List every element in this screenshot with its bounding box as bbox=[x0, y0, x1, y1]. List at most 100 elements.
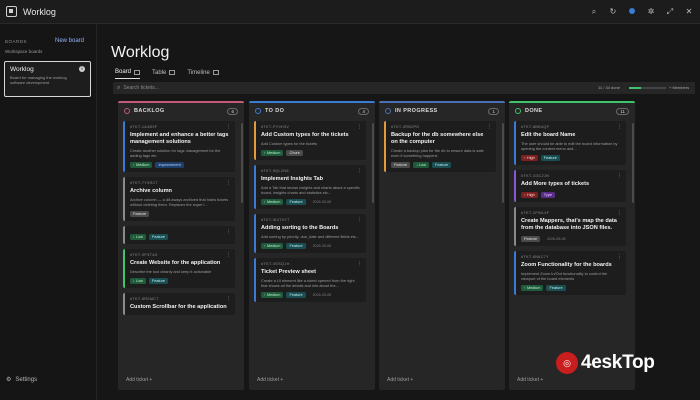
ticket-id: #TKT-1A4B9F bbox=[130, 125, 158, 129]
ticket-id: #TKT-9QL2N8 bbox=[261, 169, 289, 173]
column-count-badge: 6 bbox=[227, 107, 238, 115]
ticket-card[interactable]: #TKT-8BB4QP ⋮ Edit the board Name The user … bbox=[514, 121, 626, 165]
more-options-icon[interactable]: ⋮ bbox=[617, 124, 622, 130]
new-board-button[interactable]: New board bbox=[55, 38, 84, 44]
ticket-badges: Feature bbox=[130, 211, 229, 217]
ticket-title: Adding sorting to the Boards bbox=[261, 225, 339, 231]
ticket-badges: ↑ Medium Feature 2026-05-08 bbox=[261, 199, 360, 205]
column-to-do: TO DO 4 #TKT-PY9H3V ⋮ Add Custom types for t… bbox=[249, 101, 375, 390]
ticket-badge: ↑ Medium bbox=[261, 243, 284, 249]
more-options-icon[interactable]: ⋮ bbox=[226, 124, 231, 130]
watermark-text: 4eskTop bbox=[581, 352, 655, 373]
ticket-badges: ↑ Medium Chore bbox=[261, 150, 360, 156]
column-done: DONE 11 #TKT-8BB4QP ⋮ Edit the board Name The… bbox=[509, 101, 635, 390]
board-icon bbox=[134, 69, 141, 75]
ticket-title: Backup for the db somewhere else on the … bbox=[391, 132, 484, 145]
ticket-badges: Feature ↓ Low Feature bbox=[391, 162, 490, 168]
ticket-badges: ↑ Medium Feature 2026-05-08 bbox=[261, 243, 360, 249]
tab-label: Board bbox=[115, 69, 132, 75]
progress-bar bbox=[629, 87, 666, 89]
settings-icon[interactable]: ✲ bbox=[646, 7, 656, 17]
app-title: Worklog bbox=[23, 6, 56, 17]
column-scrollbar[interactable] bbox=[241, 123, 243, 203]
close-icon[interactable]: ✕ bbox=[684, 7, 694, 17]
expand-icon[interactable]: ⤢ bbox=[665, 7, 675, 17]
more-options-icon[interactable]: ⋮ bbox=[226, 180, 231, 186]
ticket-badge: Feature bbox=[391, 162, 411, 168]
ticket-card[interactable]: #TKT-8N6C7Y ⋮ Zoom Functionality for the b… bbox=[514, 251, 626, 295]
progress-text: 11 / 34 done bbox=[598, 85, 620, 90]
column-scrollbar[interactable] bbox=[502, 123, 504, 203]
ticket-title: Add Custom types for the tickets bbox=[261, 132, 349, 138]
more-options-icon[interactable]: ⋮ bbox=[226, 296, 231, 302]
settings-button[interactable]: ⚙ Settings bbox=[6, 376, 38, 384]
card-list[interactable]: #TKT-8BB4QP ⋮ Edit the board Name The user … bbox=[514, 121, 630, 373]
card-list[interactable]: #TKT-3RB2PD ⋮ Backup for the db somewhere … bbox=[384, 121, 500, 373]
sidebar-board-worklog[interactable]: Worklog Board for managing the worklog s… bbox=[4, 61, 91, 97]
ticket-card[interactable]: #TKT-8R0MC7 ⋮ Custom Scrollbar for the app… bbox=[123, 293, 235, 315]
page-title: Worklog bbox=[111, 44, 170, 61]
members-button[interactable]: + Members bbox=[669, 85, 689, 90]
ticket-badge: ↑ Medium bbox=[130, 162, 153, 168]
status-dot-icon[interactable] bbox=[627, 7, 637, 17]
add-ticket-button[interactable]: Add ticket + bbox=[257, 377, 283, 383]
more-options-icon[interactable]: ⋮ bbox=[357, 168, 362, 174]
more-options-icon[interactable]: ⋮ bbox=[226, 252, 231, 258]
card-list[interactable]: #TKT-1A4B9F ⋮ Implement and enhance a bett… bbox=[123, 121, 239, 373]
more-options-icon[interactable]: ⋮ bbox=[357, 124, 362, 130]
ticket-card[interactable]: #TKT-1A4B9F ⋮ Implement and enhance a bett… bbox=[123, 121, 235, 172]
boards-label: BOARDS bbox=[5, 38, 28, 44]
ticket-badge: ↑ Medium bbox=[261, 150, 284, 156]
app-logo-icon bbox=[6, 6, 17, 17]
more-options-icon[interactable]: ⋮ bbox=[617, 254, 622, 260]
ticket-card[interactable]: #TKT-9QL2N8 ⋮ Implement Insights Tab Add a … bbox=[254, 165, 366, 209]
ticket-card[interactable]: #TKT-3RB2PD ⋮ Backup for the db somewhere … bbox=[384, 121, 496, 172]
tab-board[interactable]: Board bbox=[115, 69, 141, 79]
ticket-badge: ↑ Medium bbox=[261, 199, 284, 205]
ticket-card[interactable]: #TKT-1PWL4F ⋮ Create Mappers, that's map t… bbox=[514, 207, 626, 246]
ticket-title: Add More types of tickets bbox=[521, 181, 590, 187]
column-scrollbar[interactable] bbox=[372, 123, 374, 203]
tab-table[interactable]: Table bbox=[152, 69, 176, 79]
ticket-id: #TKT-8R0MC7 bbox=[130, 297, 159, 301]
ticket-card[interactable]: #TKT-7Y0RCT ⋮ Archive column Archive column… bbox=[123, 177, 235, 221]
ticket-description: Implement Zoom In/Out functionality to c… bbox=[521, 271, 608, 281]
ticket-badge: Feature bbox=[521, 236, 541, 242]
ticket-card[interactable]: ⋮ ↓ Low Feature bbox=[123, 226, 235, 244]
progress-fill bbox=[629, 87, 641, 89]
info-icon[interactable]: i bbox=[79, 66, 85, 72]
column-scrollbar[interactable] bbox=[632, 123, 634, 203]
ticket-card[interactable]: #TKT-9P3T4G ⋮ Create Website for the appli… bbox=[123, 249, 235, 288]
more-options-icon[interactable]: ⋮ bbox=[357, 217, 362, 223]
ticket-badges: ↑ High Feature bbox=[521, 155, 620, 161]
gear-icon: ⚙ bbox=[6, 377, 12, 383]
watermark-logo-icon: ◎ bbox=[556, 352, 578, 374]
search-icon[interactable]: ⌕ bbox=[589, 7, 599, 17]
card-list[interactable]: #TKT-PY9H3V ⋮ Add Custom types for the tic… bbox=[254, 121, 370, 373]
tab-timeline[interactable]: Timeline bbox=[187, 69, 219, 79]
ticket-card[interactable]: #TKT-W4T0YT ⋮ Adding sorting to the Boards… bbox=[254, 214, 366, 253]
ticket-id: #TKT-7Y0RCT bbox=[130, 181, 159, 185]
more-options-icon[interactable]: ⋮ bbox=[617, 210, 622, 216]
ticket-card[interactable]: #TKT-G3C2JN ⋮ Add More types of tickets ↑ H… bbox=[514, 170, 626, 202]
more-options-icon[interactable]: ⋮ bbox=[226, 229, 231, 235]
more-options-icon[interactable]: ⋮ bbox=[357, 261, 362, 267]
ticket-card[interactable]: #TKT-PY9H3V ⋮ Add Custom types for the tic… bbox=[254, 121, 366, 160]
add-ticket-button[interactable]: Add ticket + bbox=[387, 377, 413, 383]
add-ticket-button[interactable]: Add ticket + bbox=[126, 377, 152, 383]
column-header: TO DO 4 bbox=[249, 101, 375, 119]
add-ticket-button[interactable]: Add ticket + bbox=[517, 377, 543, 383]
ticket-badges: Feature 2026-05-08 bbox=[521, 236, 620, 242]
column-in-progress: IN PROGRESS 1 #TKT-3RB2PD ⋮ Backup for the d… bbox=[379, 101, 505, 390]
search-input[interactable] bbox=[123, 85, 424, 91]
ticket-card[interactable]: #TKT-4SSQ1H ⋮ Ticket Preview sheet Create a… bbox=[254, 258, 366, 302]
refresh-icon[interactable]: ↻ bbox=[608, 7, 618, 17]
ticket-badge: Feature bbox=[130, 211, 150, 217]
more-options-icon[interactable]: ⋮ bbox=[617, 173, 622, 179]
status-circle-icon bbox=[385, 108, 391, 114]
settings-label: Settings bbox=[15, 376, 38, 383]
more-options-icon[interactable]: ⋮ bbox=[487, 124, 492, 130]
ticket-badge: Chore bbox=[286, 150, 303, 156]
ticket-id: #TKT-1PWL4F bbox=[521, 211, 550, 215]
ticket-badge: Feature bbox=[286, 243, 306, 249]
